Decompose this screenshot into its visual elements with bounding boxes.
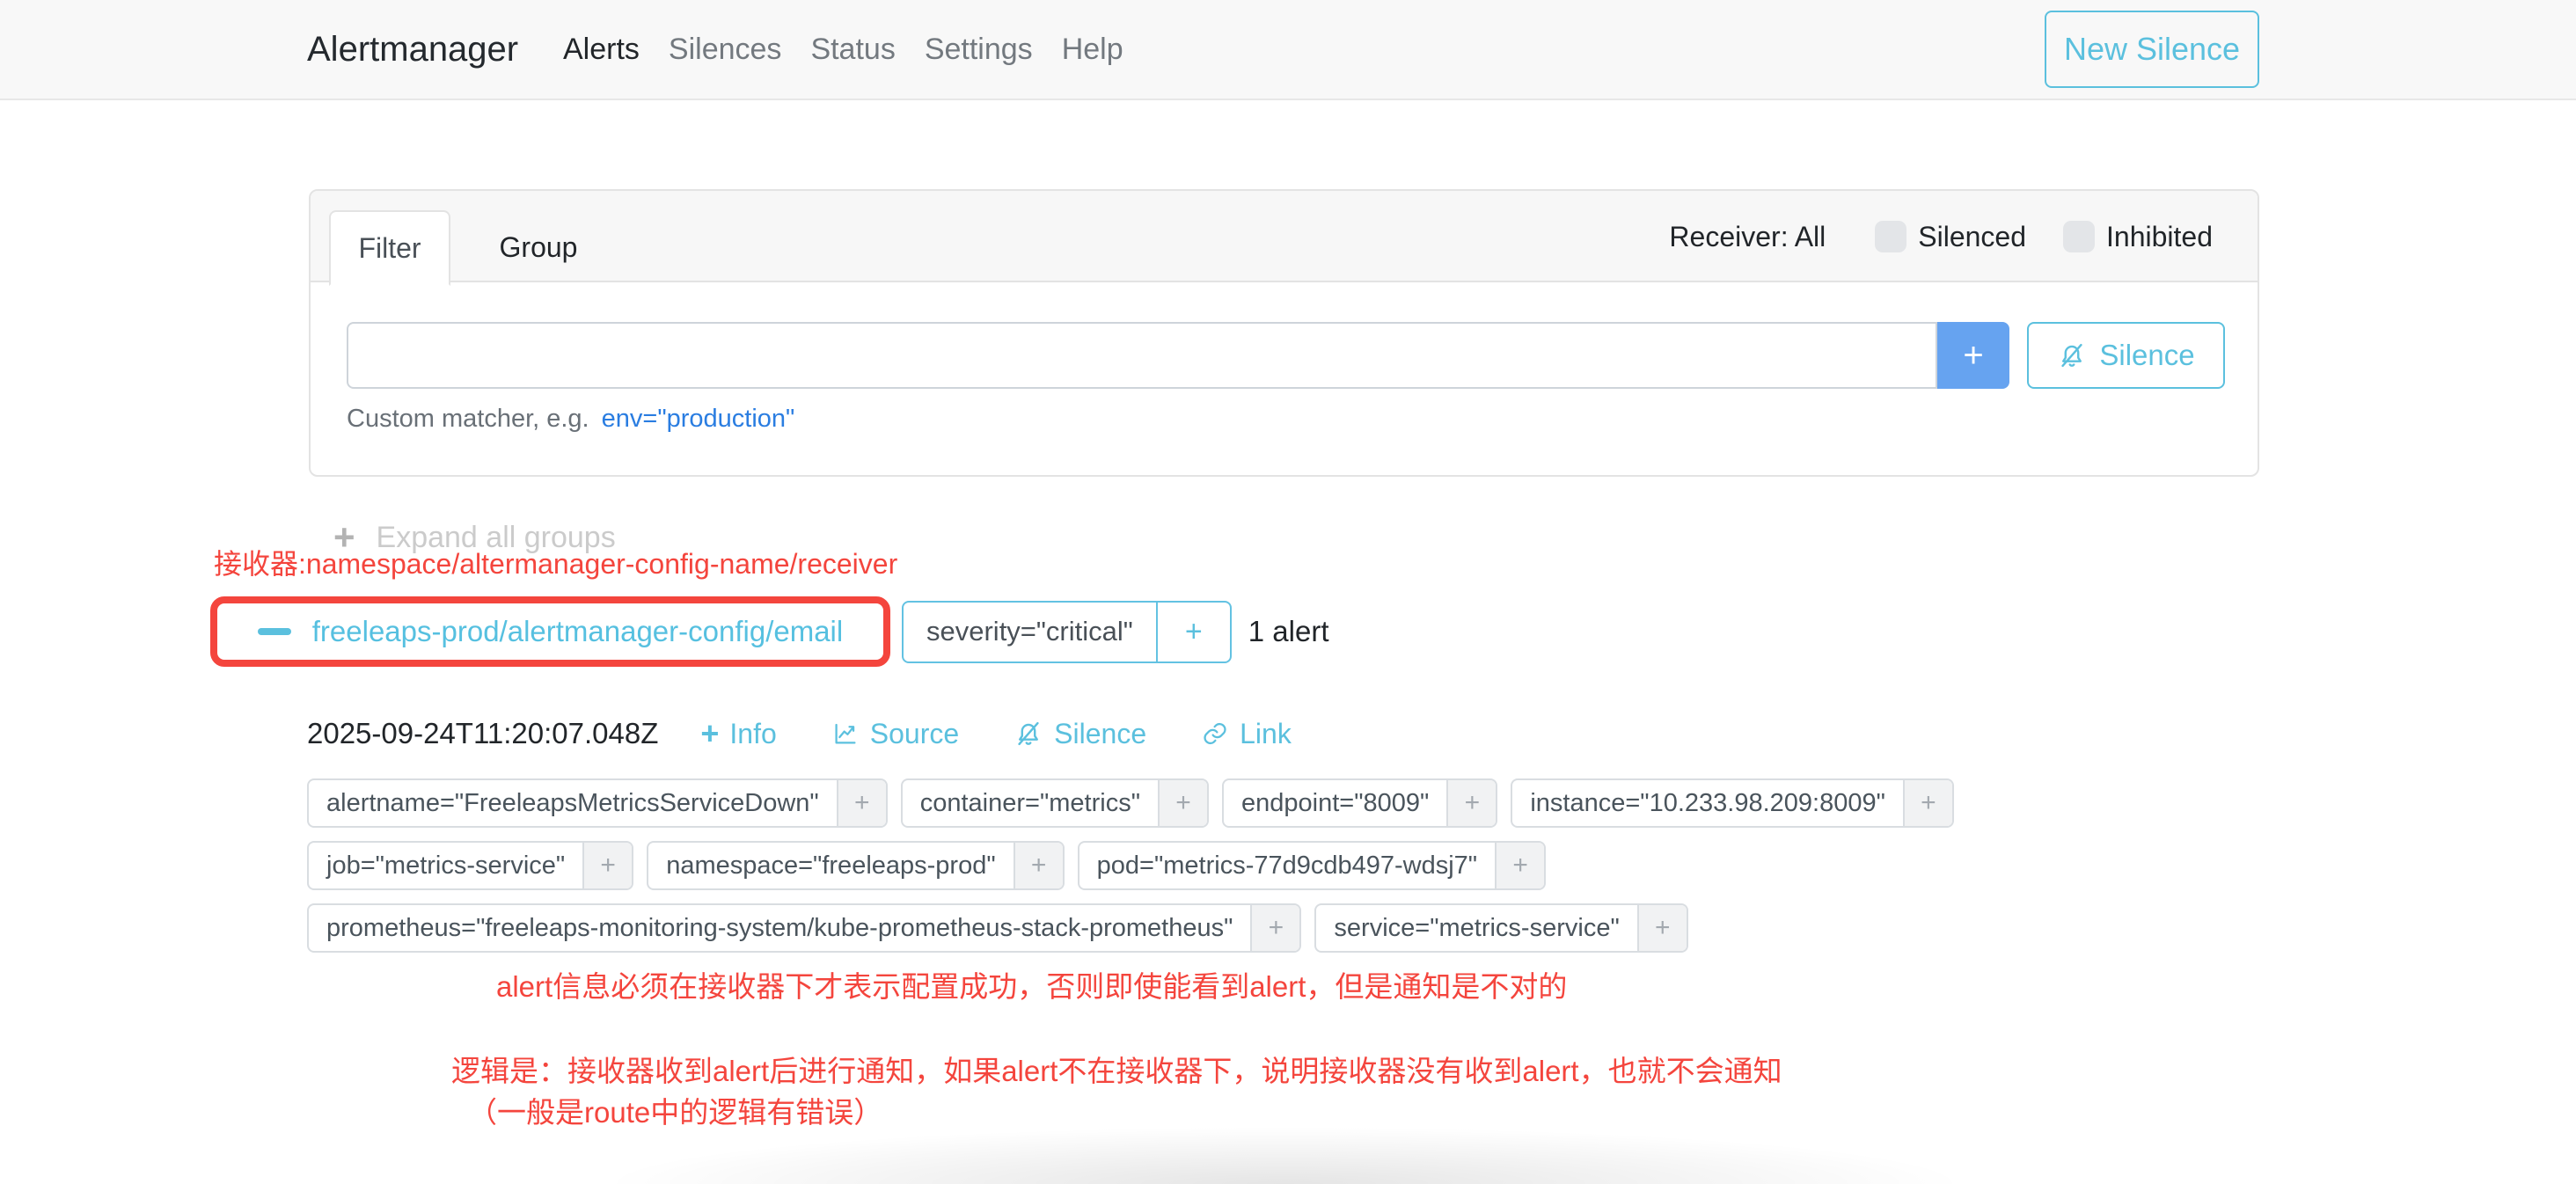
nav-item-silences[interactable]: Silences: [669, 33, 782, 67]
tab-group[interactable]: Group: [481, 210, 596, 284]
plus-icon: +: [1963, 338, 1983, 373]
label-pill: instance="10.233.98.209:8009" +: [1511, 778, 1954, 828]
label-text: service="metrics-service": [1316, 905, 1636, 951]
info-link-label: Info: [729, 718, 776, 750]
source-link[interactable]: Source: [831, 718, 959, 750]
silenced-checkbox[interactable]: [1875, 221, 1906, 252]
group-matcher-tag: severity="critical" +: [902, 601, 1232, 663]
label-add-button[interactable]: +: [837, 780, 886, 826]
header-controls: Receiver: All Silenced Inhibited: [1669, 191, 2213, 282]
label-text: pod="metrics-77d9cdb497-wdsj7": [1079, 843, 1495, 888]
hint-example-link[interactable]: env="production": [602, 405, 795, 434]
label-pill: prometheus="freeleaps-monitoring-system/…: [307, 903, 1301, 953]
plus-icon: +: [600, 851, 616, 881]
annotation-receiver-note: 接收器:namespace/altermanager-config-name/r…: [214, 542, 897, 582]
silence-link[interactable]: Silence: [1014, 718, 1146, 750]
label-pill: namespace="freeleaps-prod" +: [647, 841, 1064, 890]
navbar: Alertmanager Alerts Silences Status Sett…: [0, 0, 2576, 100]
filter-card: Filter Group Receiver: All Silenced Inhi…: [309, 189, 2259, 477]
label-pill: container="metrics" +: [901, 778, 1209, 828]
label-text: alertname="FreeleapsMetricsServiceDown": [309, 780, 837, 826]
plus-icon: +: [1031, 851, 1047, 881]
annotation-logic-note: 逻辑是：接收器收到alert后进行通知，如果alert不在接收器下，说明接收器没…: [451, 1048, 1782, 1090]
inhibited-label[interactable]: Inhibited: [2106, 221, 2213, 253]
source-link-label: Source: [870, 718, 959, 750]
matcher-input[interactable]: [347, 322, 1937, 389]
nav-item-status[interactable]: Status: [810, 33, 895, 67]
silence-button-label: Silence: [2099, 339, 2194, 372]
silenced-label[interactable]: Silenced: [1918, 221, 2026, 253]
inhibited-checkbox[interactable]: [2063, 221, 2095, 252]
plus-icon: +: [854, 788, 870, 818]
matcher-hint: Custom matcher, e.g. env="production": [347, 405, 794, 434]
info-link[interactable]: + Info: [700, 718, 776, 750]
link-link-label: Link: [1240, 718, 1292, 750]
annotation-config-note: alert信息必须在接收器下才表示配置成功，否则即使能看到alert，但是通知是…: [496, 963, 1567, 1005]
label-add-button[interactable]: +: [1446, 780, 1496, 826]
plus-icon: +: [1185, 615, 1203, 649]
alert-labels: alertname="FreeleapsMetricsServiceDown" …: [307, 778, 1954, 966]
label-add-button[interactable]: +: [582, 843, 632, 888]
label-add-button[interactable]: +: [1250, 905, 1299, 951]
plus-icon: +: [1269, 913, 1284, 943]
group-receiver-label: freeleaps-prod/alertmanager-config/email: [312, 615, 843, 648]
receiver-dropdown[interactable]: Receiver: All: [1669, 221, 1826, 253]
alert-actions: + Info Source Silence: [700, 718, 1291, 750]
label-text: namespace="freeleaps-prod": [648, 843, 1013, 888]
add-matcher-button[interactable]: +: [1937, 322, 2009, 389]
annotation-route-note: （一般是route中的逻辑有错误）: [468, 1089, 882, 1131]
main-nav: Alerts Silences Status Settings Help: [563, 0, 1123, 99]
group-matcher-add-button[interactable]: +: [1156, 603, 1230, 661]
filter-card-header: Filter Group Receiver: All Silenced Inhi…: [311, 191, 2258, 282]
chart-icon: [831, 720, 860, 748]
brand-link[interactable]: Alertmanager: [307, 0, 518, 99]
label-add-button[interactable]: +: [1495, 843, 1544, 888]
minus-icon: [258, 628, 291, 635]
plus-icon: +: [700, 718, 719, 749]
label-pill: pod="metrics-77d9cdb497-wdsj7" +: [1078, 841, 1546, 890]
plus-icon: +: [1512, 851, 1528, 881]
label-pill: endpoint="8009" +: [1222, 778, 1497, 828]
label-row: prometheus="freeleaps-monitoring-system/…: [307, 903, 1954, 953]
link-link[interactable]: Link: [1201, 718, 1292, 750]
label-row: job="metrics-service" + namespace="freel…: [307, 841, 1954, 890]
alertmanager-page: Alertmanager Alerts Silences Status Sett…: [0, 0, 2576, 1184]
tab-filter[interactable]: Filter: [329, 210, 450, 286]
alert-header: 2025-09-24T11:20:07.048Z + Info Source: [307, 713, 1292, 755]
nav-item-help[interactable]: Help: [1062, 33, 1123, 67]
label-text: instance="10.233.98.209:8009": [1512, 780, 1903, 826]
bell-slash-icon: [1014, 719, 1043, 749]
plus-icon: +: [1655, 913, 1671, 943]
label-text: endpoint="8009": [1224, 780, 1446, 826]
label-row: alertname="FreeleapsMetricsServiceDown" …: [307, 778, 1954, 828]
hint-text: Custom matcher, e.g.: [347, 405, 589, 434]
new-silence-button[interactable]: New Silence: [2045, 11, 2259, 88]
annotation-highlight-box: freeleaps-prod/alertmanager-config/email: [210, 596, 890, 667]
plus-icon: +: [1175, 788, 1191, 818]
alert-timestamp: 2025-09-24T11:20:07.048Z: [307, 717, 658, 750]
label-add-button[interactable]: +: [1903, 780, 1952, 826]
plus-icon: +: [1465, 788, 1481, 818]
alert-count: 1 alert: [1248, 615, 1329, 648]
silence-link-label: Silence: [1054, 718, 1146, 750]
bottom-shadow: [616, 1128, 1953, 1184]
label-text: container="metrics": [903, 780, 1158, 826]
bell-slash-icon: [2057, 340, 2087, 370]
label-pill: alertname="FreeleapsMetricsServiceDown" …: [307, 778, 888, 828]
group-matcher-label[interactable]: severity="critical": [904, 603, 1156, 661]
label-add-button[interactable]: +: [1014, 843, 1063, 888]
label-pill: service="metrics-service" +: [1314, 903, 1687, 953]
label-text: job="metrics-service": [309, 843, 582, 888]
nav-item-alerts[interactable]: Alerts: [563, 33, 640, 67]
alert-group-row: freeleaps-prod/alertmanager-config/email…: [210, 596, 1328, 667]
link-icon: [1201, 720, 1229, 748]
group-receiver-button[interactable]: freeleaps-prod/alertmanager-config/email: [258, 615, 843, 648]
silence-button[interactable]: Silence: [2027, 322, 2225, 389]
label-text: prometheus="freeleaps-monitoring-system/…: [309, 905, 1250, 951]
label-add-button[interactable]: +: [1637, 905, 1687, 951]
plus-icon: +: [1921, 788, 1936, 818]
nav-item-settings[interactable]: Settings: [925, 33, 1033, 67]
label-pill: job="metrics-service" +: [307, 841, 633, 890]
label-add-button[interactable]: +: [1158, 780, 1207, 826]
